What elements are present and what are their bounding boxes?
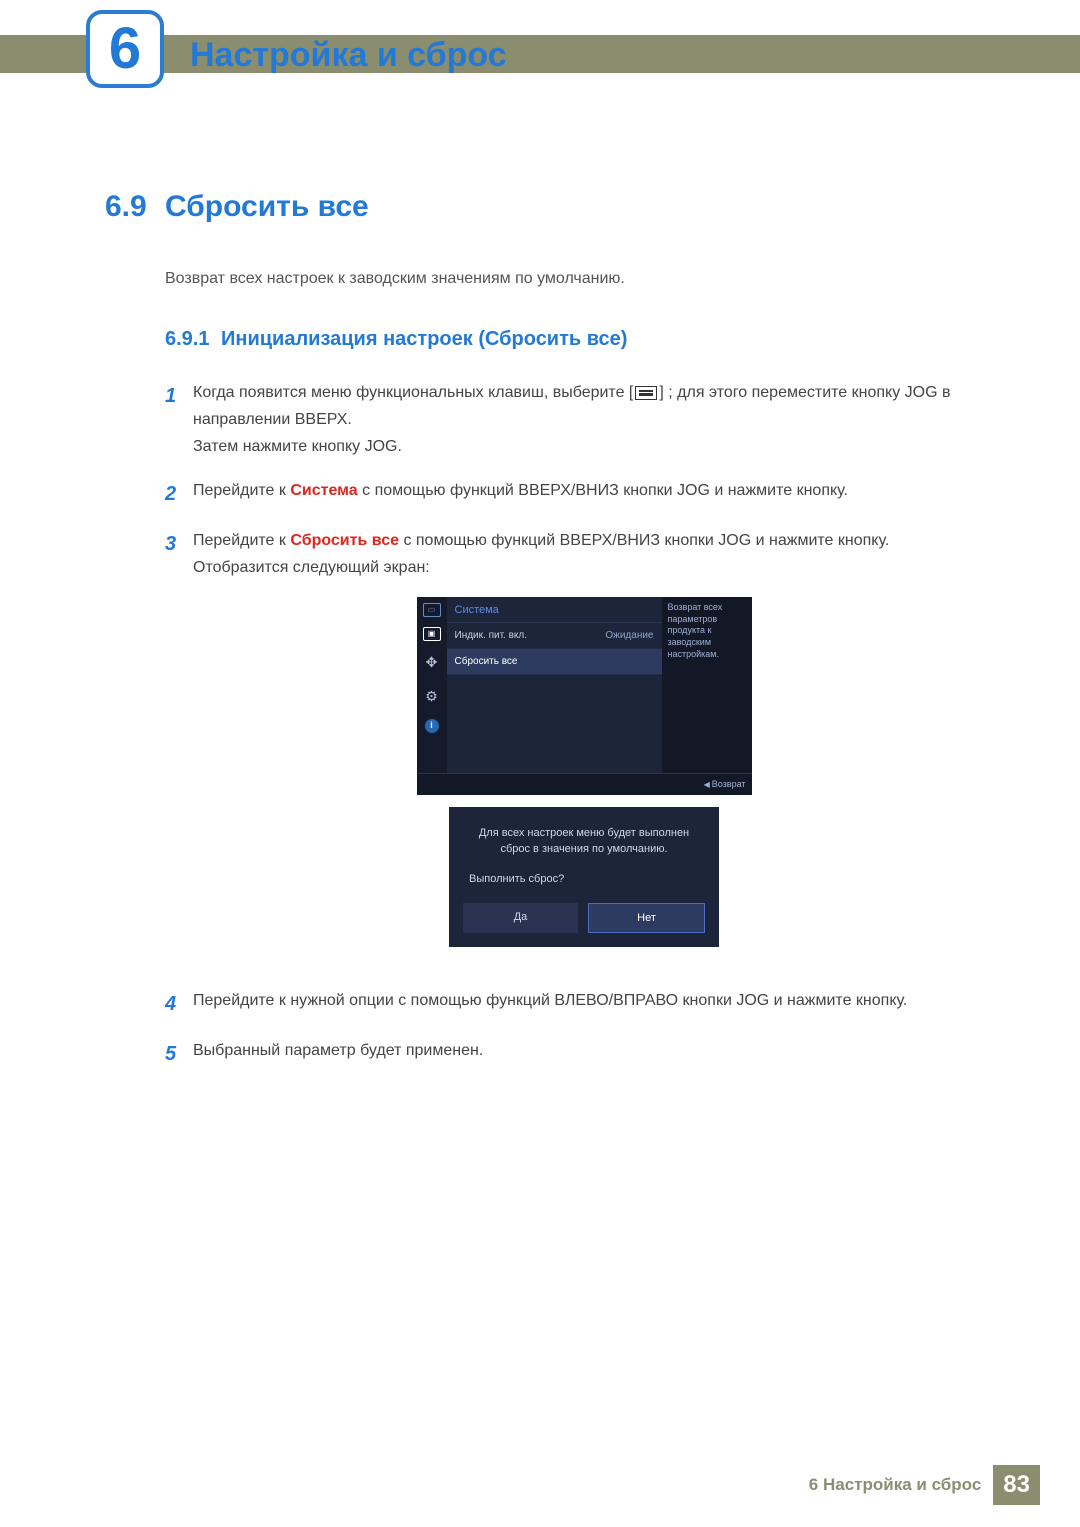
osd-screenshot: ▭ ▣ ✥ ⚙ i Система Индик. пит. вкл. Ож	[417, 597, 752, 795]
step-number: 1	[165, 379, 193, 461]
step-body: Когда появится меню функциональных клави…	[193, 379, 975, 461]
confirm-dialog: Для всех настроек меню будет выполнен сб…	[449, 807, 719, 947]
section-intro: Возврат всех настроек к заводским значен…	[165, 270, 975, 288]
step-body: Перейдите к нужной опции с помощью функц…	[193, 987, 975, 1021]
osd-footer: ◀Возврат	[417, 773, 752, 795]
no-button[interactable]: Нет	[588, 903, 705, 934]
yes-button[interactable]: Да	[463, 903, 578, 934]
step-number: 4	[165, 987, 193, 1021]
dialog-buttons: Да Нет	[463, 903, 705, 934]
osd-sidebar: ▭ ▣ ✥ ⚙ i	[417, 597, 447, 773]
chapter-badge: 6	[86, 10, 164, 88]
section-heading: 6.9Сбросить все	[105, 190, 975, 224]
step-5: 5 Выбранный параметр будет применен.	[165, 1037, 975, 1071]
picture-icon: ▭	[423, 603, 441, 617]
subsection-number: 6.9.1	[165, 328, 221, 351]
gear-icon: ⚙	[425, 685, 438, 709]
osd-title: Система	[447, 597, 662, 623]
step-2: 2 Перейдите к Система с помощью функций …	[165, 477, 975, 511]
dialog-question: Выполнить сброс?	[463, 870, 705, 889]
step-body: Выбранный параметр будет применен.	[193, 1037, 975, 1071]
osd-row-selected: Сбросить все	[447, 649, 662, 675]
dialog-message: Для всех настроек меню будет выполнен сб…	[463, 825, 705, 858]
chapter-number: 6	[109, 20, 141, 78]
step-number: 2	[165, 477, 193, 511]
step-number: 5	[165, 1037, 193, 1071]
section-number: 6.9	[105, 190, 165, 224]
osd-main: Система Индик. пит. вкл. Ожидание Сброси…	[447, 597, 662, 773]
step-1: 1 Когда появится меню функциональных кла…	[165, 379, 975, 461]
osd-row: Индик. пит. вкл. Ожидание	[447, 623, 662, 649]
steps-list: 1 Когда появится меню функциональных кла…	[165, 379, 975, 1071]
osd-tooltip: Возврат всех параметров продукта к завод…	[662, 597, 752, 773]
chapter-title: Настройка и сброс	[190, 36, 507, 75]
osd-row-value: Ожидание	[605, 627, 653, 644]
page-footer: 6 Настройка и сброс 83	[0, 1465, 1080, 1505]
osd-row-label: Индик. пит. вкл.	[455, 627, 528, 644]
footer-text: 6 Настройка и сброс	[809, 1475, 982, 1495]
subsection-title: Инициализация настроек (Сбросить все)	[221, 328, 627, 350]
menu-icon	[635, 386, 657, 400]
section-title: Сбросить все	[165, 190, 369, 223]
subsection: 6.9.1Инициализация настроек (Сбросить вс…	[165, 328, 975, 1071]
section: 6.9Сбросить все Возврат всех настроек к …	[105, 190, 975, 1087]
step-4: 4 Перейдите к нужной опции с помощью фун…	[165, 987, 975, 1021]
step-body: Перейдите к Система с помощью функций ВВ…	[193, 477, 975, 511]
info-icon: i	[425, 719, 439, 733]
page-number: 83	[993, 1465, 1040, 1505]
osd-row-label: Сбросить все	[455, 653, 518, 670]
subsection-heading: 6.9.1Инициализация настроек (Сбросить вс…	[165, 328, 975, 351]
step-3: 3 Перейдите к Сбросить все с помощью фун…	[165, 527, 975, 972]
step-body: Перейдите к Сбросить все с помощью функц…	[193, 527, 975, 972]
back-icon: ◀	[704, 780, 710, 789]
step-number: 3	[165, 527, 193, 972]
move-icon: ✥	[426, 651, 438, 675]
display-icon: ▣	[423, 627, 441, 641]
